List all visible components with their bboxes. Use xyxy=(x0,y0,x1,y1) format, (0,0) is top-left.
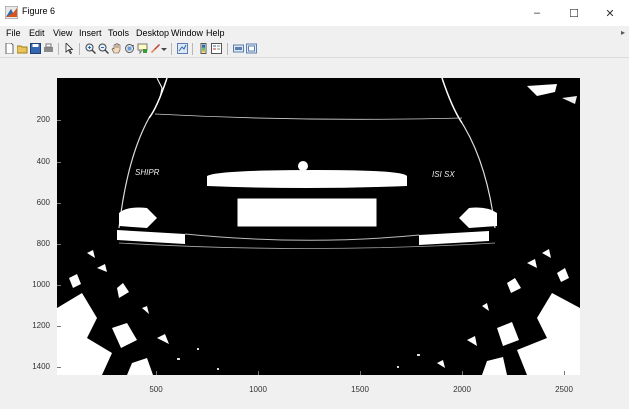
xtick-label: 1500 xyxy=(351,385,369,394)
toolbar-separator xyxy=(171,43,172,55)
data-cursor-icon[interactable] xyxy=(137,43,148,54)
hide-plot-tools-icon[interactable] xyxy=(233,43,244,54)
toolbar-separator xyxy=(192,43,193,55)
menu-window[interactable]: Window xyxy=(171,28,203,38)
show-plot-tools-icon[interactable] xyxy=(246,43,257,54)
ytick-label: 400 xyxy=(36,157,50,166)
ytick-label: 1000 xyxy=(32,280,50,289)
menubar-overflow-icon[interactable]: ▸ xyxy=(621,28,625,37)
menu-insert[interactable]: Insert xyxy=(79,28,102,38)
menu-file[interactable]: File xyxy=(6,28,21,38)
pan-hand-icon[interactable] xyxy=(111,43,122,54)
menu-help[interactable]: Help xyxy=(206,28,225,38)
toolbar-separator xyxy=(227,43,228,55)
insert-legend-icon[interactable] xyxy=(211,43,222,54)
ytick-label: 1400 xyxy=(32,362,50,371)
ytick-mark xyxy=(57,367,61,368)
xtick-mark xyxy=(156,371,157,375)
close-button[interactable]: ✕ xyxy=(597,3,623,23)
zoom-in-icon[interactable] xyxy=(85,43,96,54)
binary-image-axes[interactable]: SHIPR ISI SX xyxy=(57,78,580,375)
xtick-label: 1000 xyxy=(249,385,267,394)
menu-edit[interactable]: Edit xyxy=(29,28,45,38)
xtick-mark xyxy=(564,371,565,375)
menu-view[interactable]: View xyxy=(53,28,72,38)
window-title: Figure 6 xyxy=(22,6,56,16)
ytick-label: 800 xyxy=(36,239,50,248)
toolbar xyxy=(0,41,629,58)
brush-dropdown-icon[interactable] xyxy=(161,43,167,54)
brush-icon[interactable] xyxy=(150,43,161,54)
toolbar-separator xyxy=(79,43,80,55)
xtick-label: 500 xyxy=(149,385,163,394)
ytick-label: 1200 xyxy=(32,321,50,330)
print-icon[interactable] xyxy=(43,43,54,54)
ytick-mark xyxy=(57,120,61,121)
xtick-label: 2500 xyxy=(555,385,573,394)
ytick-mark xyxy=(57,203,61,204)
new-figure-icon[interactable] xyxy=(4,43,15,54)
xtick-mark xyxy=(258,371,259,375)
minimize-button[interactable]: – xyxy=(524,3,550,23)
menu-bar: File Edit View Insert Tools Desktop Wind… xyxy=(0,27,629,41)
ytick-label: 600 xyxy=(36,198,50,207)
rotate-3d-icon[interactable] xyxy=(124,43,135,54)
zoom-out-icon[interactable] xyxy=(98,43,109,54)
title-bar: Figure 6 – ☐ ✕ xyxy=(0,0,629,26)
edit-plot-arrow-icon[interactable] xyxy=(64,43,75,54)
ytick-mark xyxy=(57,326,61,327)
xtick-mark xyxy=(462,371,463,375)
save-icon[interactable] xyxy=(30,43,41,54)
ytick-mark xyxy=(57,162,61,163)
ytick-label: 200 xyxy=(36,115,50,124)
menu-tools[interactable]: Tools xyxy=(108,28,129,38)
open-file-icon[interactable] xyxy=(17,43,28,54)
toolbar-separator xyxy=(58,43,59,55)
binary-car-image: SHIPR ISI SX xyxy=(57,78,580,375)
xtick-mark xyxy=(360,371,361,375)
ytick-mark xyxy=(57,244,61,245)
svg-text:SHIPR: SHIPR xyxy=(135,168,160,177)
menu-desktop[interactable]: Desktop xyxy=(136,28,169,38)
link-plot-icon[interactable] xyxy=(177,43,188,54)
matlab-figure-icon xyxy=(5,6,18,19)
maximize-button[interactable]: ☐ xyxy=(561,3,587,23)
ytick-mark xyxy=(57,285,61,286)
svg-text:ISI SX: ISI SX xyxy=(432,170,455,179)
insert-colorbar-icon[interactable] xyxy=(198,43,209,54)
xtick-label: 2000 xyxy=(453,385,471,394)
